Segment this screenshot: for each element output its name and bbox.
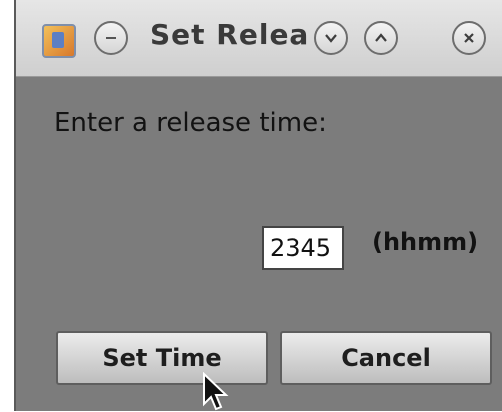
minimize-icon[interactable] bbox=[314, 21, 348, 55]
mouse-pointer-icon bbox=[203, 372, 229, 411]
time-format-hint: (hhmm) bbox=[372, 228, 479, 256]
window-title: Set Relea bbox=[150, 18, 310, 51]
title-bar: Set Relea bbox=[16, 0, 502, 77]
release-time-prompt: Enter a release time: bbox=[54, 108, 327, 138]
release-time-input[interactable] bbox=[262, 226, 344, 270]
window-menu-icon[interactable] bbox=[94, 21, 128, 55]
close-icon[interactable] bbox=[452, 21, 486, 55]
java-app-icon[interactable] bbox=[42, 24, 76, 58]
cancel-button[interactable]: Cancel bbox=[280, 331, 492, 385]
set-release-dialog: Set Relea Enter a release time: (hhmm) S… bbox=[14, 0, 502, 411]
set-time-button[interactable]: Set Time bbox=[56, 331, 268, 385]
maximize-icon[interactable] bbox=[364, 21, 398, 55]
